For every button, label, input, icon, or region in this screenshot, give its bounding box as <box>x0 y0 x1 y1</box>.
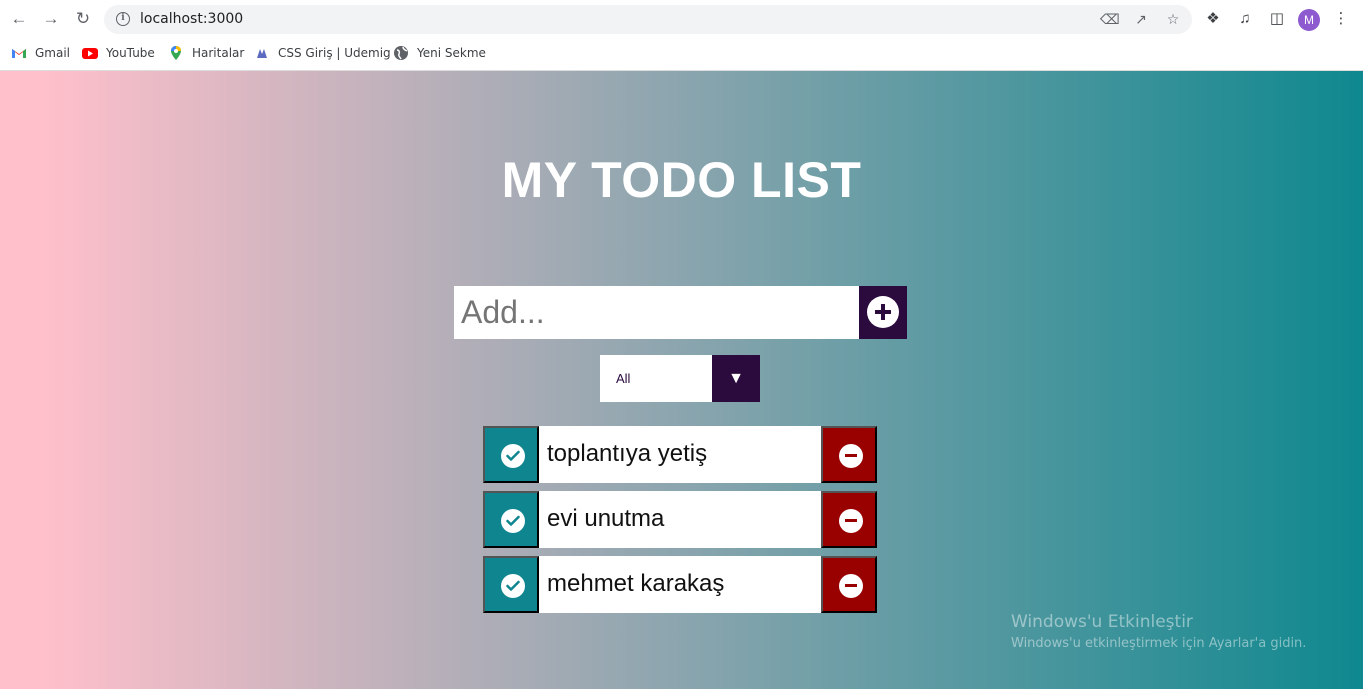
url-text[interactable]: localhost:3000 <box>140 11 243 27</box>
complete-button[interactable] <box>483 491 539 548</box>
delete-button[interactable] <box>821 491 877 548</box>
gmail-icon <box>11 45 27 61</box>
todo-text: mehmet karakaş <box>547 570 725 597</box>
bookmark-youtube[interactable]: YouTube <box>82 43 155 63</box>
info-icon[interactable]: i <box>116 12 130 26</box>
bookmark-label: Gmail <box>35 46 71 60</box>
todo-text: evi unutma <box>547 505 665 532</box>
complete-button[interactable] <box>483 556 539 613</box>
arrow-back-icon[interactable]: ← <box>8 8 30 30</box>
todo-item: mehmet karakaş <box>483 556 877 613</box>
add-todo-form <box>454 286 907 339</box>
maps-icon <box>168 45 184 61</box>
delete-button[interactable] <box>821 426 877 483</box>
add-todo-button[interactable] <box>859 286 907 339</box>
filter-select[interactable]: All ▼ <box>600 355 760 402</box>
bookmark-label: CSS Giriş | Udemig <box>278 46 391 60</box>
todo-input[interactable] <box>454 286 859 339</box>
watermark-title: Windows'u Etkinleştir <box>1011 612 1193 632</box>
share-icon[interactable]: ↗ <box>1132 10 1150 28</box>
reload-icon[interactable]: ↻ <box>72 8 94 30</box>
bookmark-udemig[interactable]: CSS Giriş | Udemig <box>254 43 391 63</box>
address-bar[interactable]: i localhost:3000 ⌫ ↗ ☆ <box>104 5 1192 34</box>
todo-text: toplantıya yetiş <box>547 440 708 467</box>
check-circle-icon <box>501 444 525 468</box>
bookmarks-bar: Gmail YouTube Haritalar CSS Giriş | Udem… <box>0 40 1363 66</box>
complete-button[interactable] <box>483 426 539 483</box>
check-circle-icon <box>501 574 525 598</box>
arrow-forward-icon[interactable]: → <box>40 8 62 30</box>
check-circle-icon <box>501 509 525 533</box>
caret-down-icon[interactable]: ▼ <box>712 355 760 402</box>
kebab-menu-icon[interactable]: ⋮ <box>1331 9 1351 29</box>
minus-circle-icon <box>839 574 863 598</box>
filter-selected-value: All <box>616 371 631 386</box>
bookmark-maps[interactable]: Haritalar <box>168 43 244 63</box>
todo-item: evi unutma <box>483 491 877 548</box>
windows-activation-watermark: Windows'u Etkinleştir Windows'u etkinleş… <box>1011 612 1306 651</box>
minus-circle-icon <box>839 444 863 468</box>
translate-icon[interactable]: ⌫ <box>1100 10 1120 28</box>
minus-circle-icon <box>839 509 863 533</box>
media-queue-icon[interactable]: ♫ <box>1235 9 1255 29</box>
page-title: MY TODO LIST <box>501 152 862 208</box>
browser-toolbar: ← → ↻ i localhost:3000 ⌫ ↗ ☆ ❖ ♫ ◫ M ⋮ <box>0 0 1363 38</box>
bookmark-new-tab[interactable]: Yeni Sekme <box>393 43 486 63</box>
avatar[interactable]: M <box>1298 9 1320 31</box>
star-icon[interactable]: ☆ <box>1164 10 1182 28</box>
watermark-subtitle: Windows'u etkinleştirmek için Ayarlar'a … <box>1011 636 1307 651</box>
todo-list: toplantıya yetiş evi unutma mehmet karak… <box>483 426 877 621</box>
delete-button[interactable] <box>821 556 877 613</box>
browser-chrome: ← → ↻ i localhost:3000 ⌫ ↗ ☆ ❖ ♫ ◫ M ⋮ G… <box>0 0 1363 71</box>
bookmark-label: YouTube <box>106 46 155 60</box>
bookmark-label: Haritalar <box>192 46 245 60</box>
udemig-icon <box>254 45 270 61</box>
globe-icon <box>393 45 409 61</box>
plus-circle-icon <box>867 296 899 328</box>
todo-app: MY TODO LIST All ▼ toplantıya yetiş <box>0 71 1363 689</box>
todo-item: toplantıya yetiş <box>483 426 877 483</box>
puzzle-icon[interactable]: ❖ <box>1203 9 1223 29</box>
side-panel-icon[interactable]: ◫ <box>1267 9 1287 29</box>
bookmark-label: Yeni Sekme <box>417 46 486 60</box>
bookmark-gmail[interactable]: Gmail <box>11 43 70 63</box>
youtube-icon <box>82 45 98 61</box>
